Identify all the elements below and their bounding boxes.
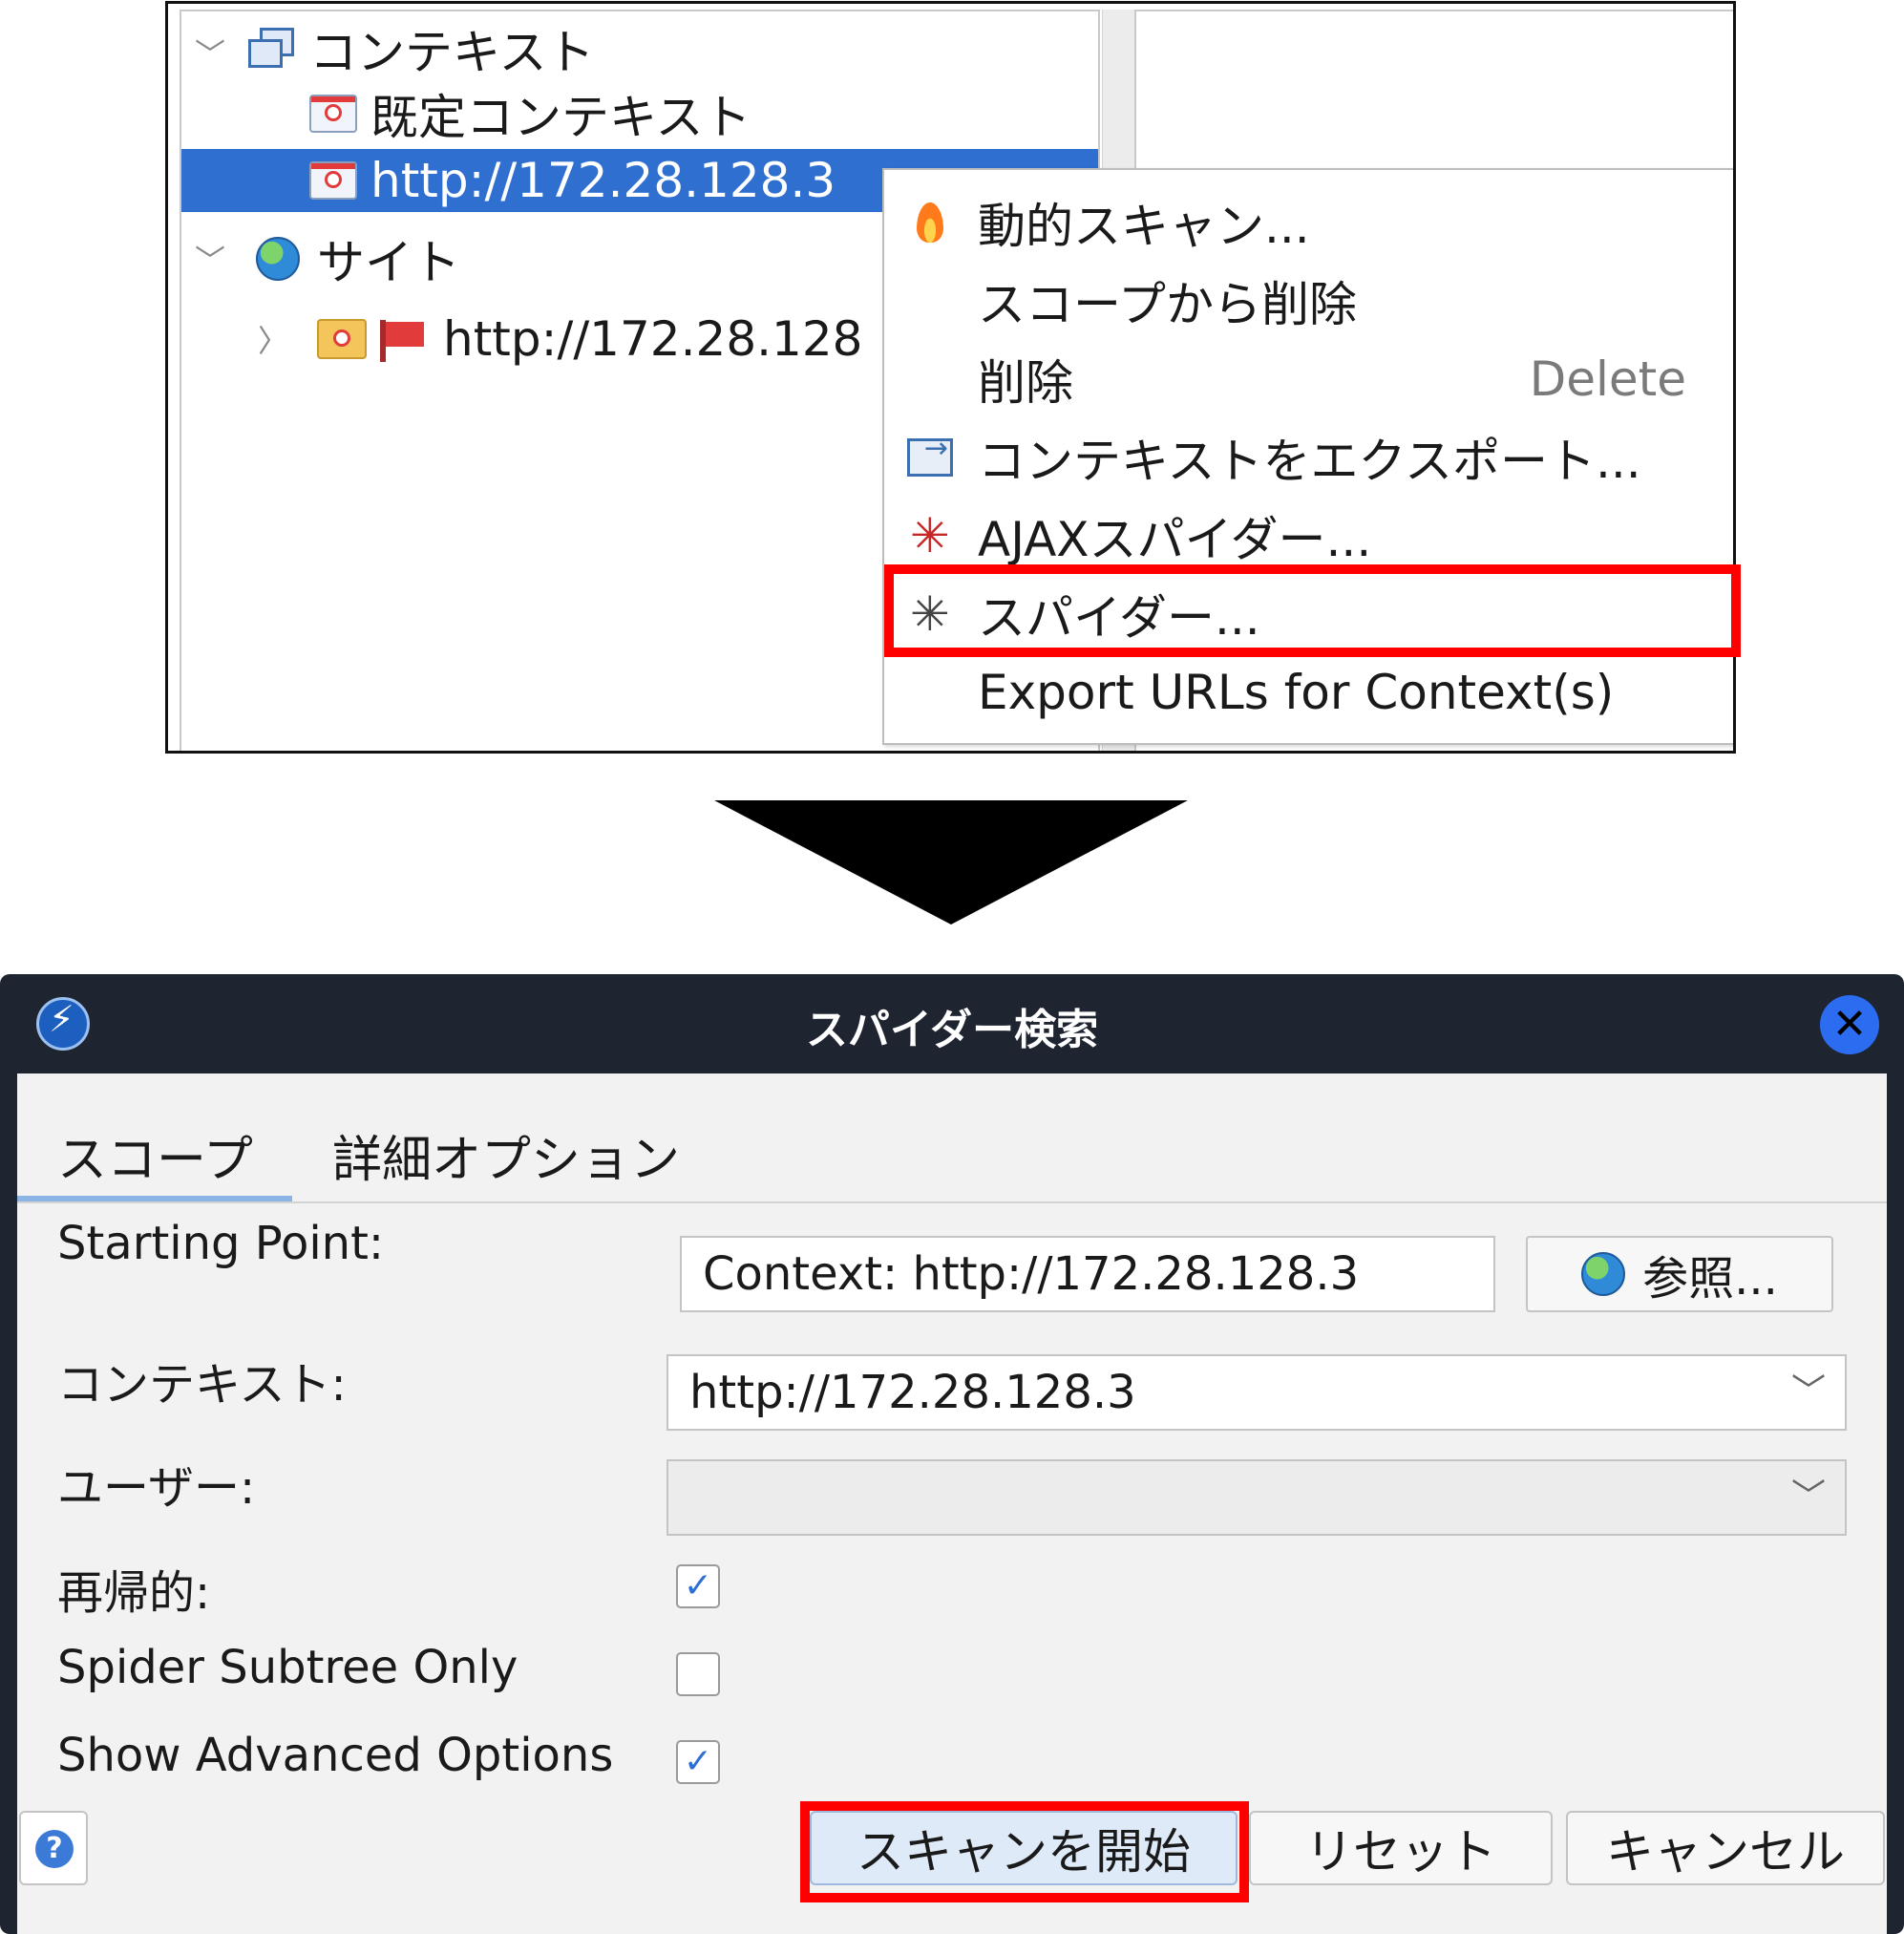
show-advanced-label: Show Advanced Options (57, 1729, 614, 1782)
flag-icon (374, 316, 428, 362)
context-menu: 動的スキャン... スコープから削除 削除 Delete コンテキストをエクスポ… (882, 168, 1733, 745)
spider-menu-highlight (884, 564, 1741, 657)
start-scan-highlight (800, 1801, 1249, 1902)
tree-node-default-context[interactable]: 既定コンテキスト (309, 82, 751, 145)
tree-node-contexts[interactable]: コンテキスト (248, 17, 595, 80)
collapse-chevron-icon[interactable]: ﹀ (195, 237, 225, 281)
tab-advanced-options[interactable]: 詳細オプション (332, 1119, 680, 1191)
menu-item-export-urls[interactable]: Export URLs for Context(s) (884, 653, 1733, 732)
menu-item-export-context[interactable]: コンテキストをエクスポート... (884, 418, 1733, 497)
subtree-only-checkbox[interactable] (676, 1652, 720, 1696)
subtree-only-label: Spider Subtree Only (57, 1641, 518, 1694)
browse-button[interactable]: 参照... (1526, 1236, 1833, 1312)
user-select[interactable]: ﹀ (666, 1459, 1847, 1536)
tree-node-label: 既定コンテキスト (370, 90, 751, 145)
dialog-titlebar[interactable]: スパイダー検索 ✕ (0, 974, 1904, 1072)
export-icon (905, 432, 955, 482)
expand-chevron-icon[interactable]: 〉 (258, 317, 288, 361)
spider-dialog: スパイダー検索 ✕ スコープ 詳細オプション Starting Point: C… (0, 974, 1904, 1934)
active-tab-indicator (17, 1196, 292, 1201)
globe-icon (256, 237, 300, 281)
recursive-checkbox[interactable]: ✓ (676, 1564, 720, 1608)
ajax-spider-icon: ✳ (910, 508, 950, 563)
folder-target-icon (317, 319, 367, 359)
context-label: コンテキスト: (57, 1358, 347, 1412)
down-arrow-icon (714, 800, 1188, 924)
user-label: ユーザー: (57, 1461, 256, 1515)
tree-node-label: サイト (317, 235, 460, 290)
tab-scope[interactable]: スコープ (57, 1119, 253, 1191)
flame-icon (905, 198, 955, 247)
reset-button[interactable]: リセット (1249, 1811, 1553, 1885)
starting-point-label: Starting Point: (57, 1217, 385, 1270)
tree-node-sites[interactable]: サイト (256, 227, 460, 290)
context-select[interactable]: http://172.28.128.3 ﹀ (666, 1354, 1847, 1431)
tree-node-label: http://172.28.128 (443, 311, 863, 367)
menu-item-delete[interactable]: 削除 Delete (884, 340, 1733, 418)
menu-item-remove-from-scope[interactable]: スコープから削除 (884, 262, 1733, 340)
contexts-icon (248, 28, 296, 70)
tree-node-label: コンテキスト (309, 25, 595, 80)
dialog-title: スパイダー検索 (805, 1006, 1099, 1054)
shortcut-label: Delete (1529, 351, 1686, 407)
help-icon: ? (35, 1830, 74, 1868)
globe-icon (1581, 1252, 1626, 1296)
cancel-button[interactable]: キャンセル (1566, 1811, 1885, 1885)
recursive-label: 再帰的: (57, 1566, 211, 1620)
starting-point-field[interactable]: Context: http://172.28.128.3 (680, 1236, 1495, 1312)
context-target-icon (309, 161, 357, 200)
collapse-chevron-icon[interactable]: ﹀ (195, 31, 225, 74)
tree-node-site[interactable]: http://172.28.128 (317, 308, 862, 371)
chevron-down-icon: ﹀ (1790, 1477, 1826, 1517)
tab-divider (17, 1201, 1887, 1203)
menu-item-active-scan[interactable]: 動的スキャン... (884, 183, 1733, 262)
menu-item-ajax-spider[interactable]: ✳ AJAXスパイダー... (884, 497, 1733, 575)
chevron-down-icon: ﹀ (1790, 1372, 1826, 1412)
context-target-icon (309, 95, 357, 133)
tree-node-label: http://172.28.128.3 (370, 153, 836, 208)
close-button[interactable]: ✕ (1820, 995, 1879, 1054)
help-button[interactable]: ? (19, 1811, 88, 1885)
show-advanced-checkbox[interactable]: ✓ (676, 1740, 720, 1784)
